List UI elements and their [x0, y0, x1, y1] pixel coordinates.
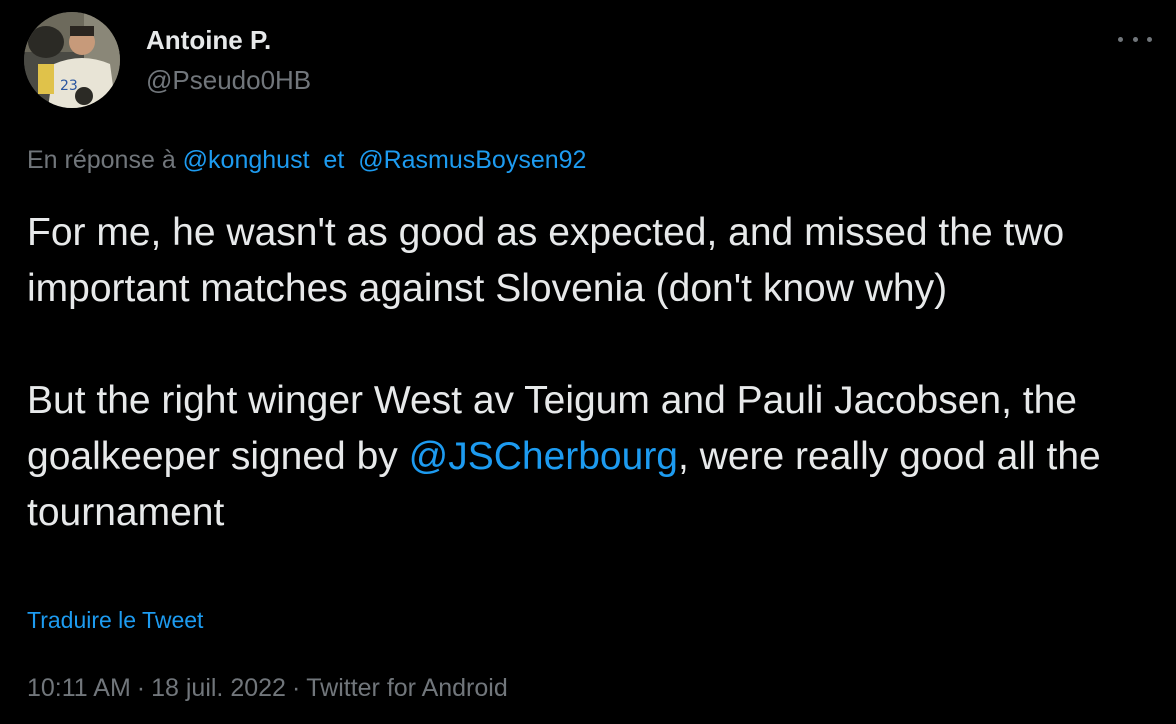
tweet-source: Twitter for Android — [306, 674, 508, 702]
svg-text:23: 23 — [60, 78, 78, 94]
tweet-paragraph-2: But the right winger West av Teigum and … — [27, 373, 1157, 541]
meta-separator: · — [291, 674, 301, 702]
tweet-body: For me, he wasn't as good as expected, a… — [27, 205, 1157, 541]
avatar-photo-icon: 23 — [24, 12, 120, 108]
tweet-paragraph-1: For me, he wasn't as good as expected, a… — [27, 211, 1065, 310]
more-options-button[interactable] — [1118, 28, 1152, 50]
tweet-metadata: 10:11 AM · 18 juil. 2022 · Twitter for Andro… — [27, 674, 508, 703]
reply-context: En réponse à @konghust et @RasmusBoysen9… — [27, 146, 586, 175]
author-display-name[interactable]: Antoine P. — [146, 25, 271, 56]
reply-joiner: et — [323, 146, 345, 174]
more-dot — [1147, 36, 1152, 42]
translate-tweet-link[interactable]: Traduire le Tweet — [27, 607, 203, 634]
mention-jscherbourg[interactable]: @JSCherbourg — [409, 435, 678, 478]
mention-konghust[interactable]: @konghust — [183, 146, 310, 174]
meta-separator: · — [136, 674, 146, 702]
more-dot — [1132, 36, 1138, 42]
tweet: 23 Antoine P. @Pseudo0HB En réponse à @k… — [0, 0, 1176, 724]
author-handle[interactable]: @Pseudo0HB — [146, 65, 311, 96]
more-horizontal-icon — [1118, 36, 1123, 42]
avatar[interactable]: 23 — [24, 12, 120, 108]
tweet-time[interactable]: 10:11 AM — [27, 674, 131, 702]
reply-prefix: En réponse à — [27, 146, 176, 174]
mention-rasmusboysen92[interactable]: @RasmusBoysen92 — [358, 146, 586, 174]
tweet-date[interactable]: 18 juil. 2022 — [151, 674, 286, 702]
